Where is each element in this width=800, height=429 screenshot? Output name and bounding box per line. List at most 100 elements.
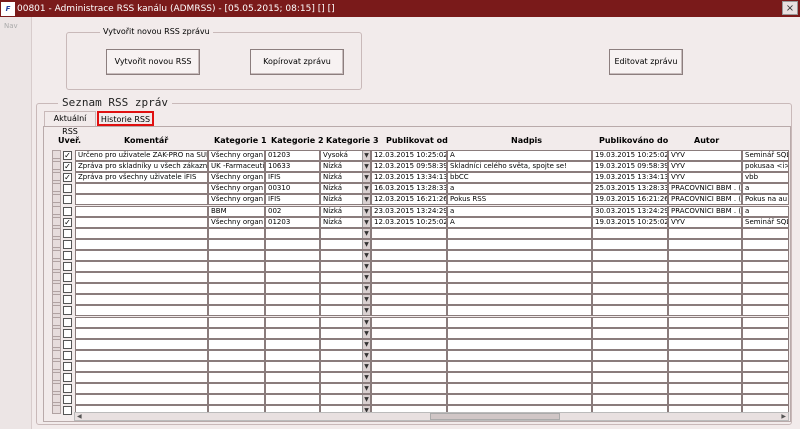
cell-extra[interactable] bbox=[742, 239, 789, 250]
cell-extra[interactable] bbox=[742, 350, 789, 361]
cell-extra[interactable] bbox=[742, 283, 789, 294]
cell-extra[interactable] bbox=[742, 305, 789, 316]
published-checkbox[interactable] bbox=[63, 284, 72, 293]
cell-kat1[interactable] bbox=[208, 383, 265, 394]
cell-pub_od[interactable] bbox=[371, 305, 447, 316]
cell-extra[interactable] bbox=[742, 272, 789, 283]
cell-kat1[interactable] bbox=[208, 283, 265, 294]
cell-pub_od[interactable] bbox=[371, 361, 447, 372]
window-close-button[interactable]: × bbox=[782, 1, 798, 15]
cell-pub_do[interactable] bbox=[592, 350, 668, 361]
row-selector[interactable] bbox=[52, 372, 61, 381]
cell-pub_od[interactable] bbox=[371, 383, 447, 394]
cell-kat1[interactable] bbox=[208, 372, 265, 383]
cell-autor[interactable]: PRACOVNÍCI BBM . ( bbox=[668, 194, 742, 205]
cell-pub_do[interactable] bbox=[592, 394, 668, 405]
cell-komentar[interactable] bbox=[75, 183, 208, 194]
cell-pub_od[interactable] bbox=[371, 394, 447, 405]
chevron-down-icon[interactable]: ▼ bbox=[362, 340, 370, 349]
row-selector[interactable] bbox=[52, 272, 61, 281]
horizontal-scrollbar[interactable]: ◀ ▶ bbox=[74, 412, 789, 421]
row-selector[interactable] bbox=[52, 194, 61, 203]
cell-komentar[interactable] bbox=[75, 305, 208, 316]
cell-autor[interactable] bbox=[668, 328, 742, 339]
cell-nadpis[interactable] bbox=[447, 383, 592, 394]
chevron-down-icon[interactable]: ▼ bbox=[362, 262, 370, 271]
cell-autor[interactable]: VYV bbox=[668, 161, 742, 172]
cell-komentar[interactable] bbox=[75, 194, 208, 205]
cell-extra[interactable] bbox=[742, 339, 789, 350]
cell-kat2[interactable]: 00310 bbox=[265, 183, 320, 194]
cell-kat2[interactable]: 01203 bbox=[265, 217, 320, 228]
cell-pub_do[interactable]: 19.03.2015 13:34:13 bbox=[592, 172, 668, 183]
cell-pub_od[interactable] bbox=[371, 272, 447, 283]
cell-kat1[interactable] bbox=[208, 239, 265, 250]
cell-extra[interactable]: a bbox=[742, 206, 789, 217]
published-checkbox[interactable]: ✓ bbox=[63, 162, 72, 171]
row-selector[interactable] bbox=[52, 250, 61, 259]
row-selector[interactable] bbox=[52, 294, 61, 303]
cell-extra[interactable]: vbb bbox=[742, 172, 789, 183]
cell-autor[interactable] bbox=[668, 239, 742, 250]
cell-autor[interactable] bbox=[668, 272, 742, 283]
chevron-down-icon[interactable]: ▼ bbox=[362, 351, 370, 360]
published-checkbox[interactable] bbox=[63, 295, 72, 304]
cell-pub_do[interactable] bbox=[592, 239, 668, 250]
cell-extra[interactable] bbox=[742, 228, 789, 239]
cell-komentar[interactable] bbox=[75, 372, 208, 383]
chevron-down-icon[interactable]: ▼ bbox=[362, 207, 370, 216]
published-checkbox[interactable] bbox=[63, 262, 72, 271]
cell-extra[interactable] bbox=[742, 394, 789, 405]
cell-autor[interactable] bbox=[668, 361, 742, 372]
published-checkbox[interactable]: ✓ bbox=[63, 151, 72, 160]
cell-pub_od[interactable] bbox=[371, 250, 447, 261]
edit-message-button[interactable]: Editovat zprávu bbox=[609, 49, 683, 75]
row-selector[interactable] bbox=[52, 405, 61, 414]
chevron-down-icon[interactable]: ▼ bbox=[362, 284, 370, 293]
cell-extra[interactable]: pokusaa <i> bbox=[742, 161, 789, 172]
published-checkbox[interactable] bbox=[63, 384, 72, 393]
cell-kat1[interactable]: Všechny organ bbox=[208, 172, 265, 183]
cell-kat1[interactable] bbox=[208, 361, 265, 372]
cell-pub_od[interactable] bbox=[371, 372, 447, 383]
cell-autor[interactable] bbox=[668, 283, 742, 294]
cell-kat2[interactable] bbox=[265, 294, 320, 305]
cell-pub_od[interactable]: 16.03.2015 13:28:33 bbox=[371, 183, 447, 194]
chevron-down-icon[interactable]: ▼ bbox=[362, 240, 370, 249]
cell-kat1[interactable] bbox=[208, 294, 265, 305]
cell-kat1[interactable]: Všechny organ bbox=[208, 194, 265, 205]
cell-autor[interactable] bbox=[668, 372, 742, 383]
cell-komentar[interactable] bbox=[75, 350, 208, 361]
cell-pub_do[interactable] bbox=[592, 228, 668, 239]
cell-pub_do[interactable]: 19.03.2015 10:25:02 bbox=[592, 150, 668, 161]
published-checkbox[interactable]: ✓ bbox=[63, 173, 72, 182]
cell-kat1[interactable]: Všechny organ bbox=[208, 150, 265, 161]
cell-nadpis[interactable] bbox=[447, 350, 592, 361]
cell-komentar[interactable] bbox=[75, 294, 208, 305]
row-selector[interactable] bbox=[52, 161, 61, 170]
published-checkbox[interactable]: ✓ bbox=[63, 218, 72, 227]
cell-kat2[interactable] bbox=[265, 228, 320, 239]
cell-kat2[interactable] bbox=[265, 394, 320, 405]
published-checkbox[interactable] bbox=[63, 406, 72, 415]
published-checkbox[interactable] bbox=[63, 340, 72, 349]
cell-pub_do[interactable]: 19.03.2015 16:21:26 bbox=[592, 194, 668, 205]
row-selector[interactable] bbox=[52, 394, 61, 403]
cell-kat1[interactable]: UK -Farmaceuti bbox=[208, 161, 265, 172]
cell-komentar[interactable] bbox=[75, 217, 208, 228]
cell-extra[interactable] bbox=[742, 361, 789, 372]
cell-pub_od[interactable] bbox=[371, 328, 447, 339]
cell-kat1[interactable] bbox=[208, 272, 265, 283]
cell-pub_do[interactable]: 19.03.2015 10:25:02 bbox=[592, 217, 668, 228]
cell-kat2[interactable]: 01203 bbox=[265, 150, 320, 161]
cell-komentar[interactable] bbox=[75, 239, 208, 250]
cell-pub_do[interactable] bbox=[592, 361, 668, 372]
cell-kat2[interactable]: IFIS bbox=[265, 194, 320, 205]
cell-kat1[interactable] bbox=[208, 250, 265, 261]
cell-pub_od[interactable]: 12.03.2015 10:25:02 bbox=[371, 217, 447, 228]
tab-current-rss[interactable]: Aktuální RSS bbox=[44, 111, 96, 136]
cell-pub_od[interactable]: 23.03.2015 13:24:29 bbox=[371, 206, 447, 217]
row-selector[interactable] bbox=[52, 217, 61, 226]
row-selector[interactable] bbox=[52, 261, 61, 270]
row-selector[interactable] bbox=[52, 361, 61, 370]
